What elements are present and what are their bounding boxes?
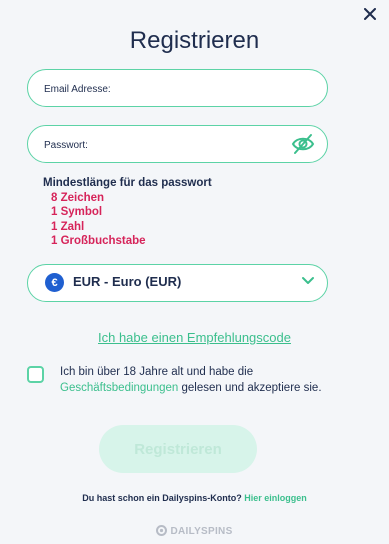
close-icon <box>364 8 376 20</box>
password-requirements: Mindestlänge für das passwort 8 Zeichen … <box>43 176 212 249</box>
requirement-item: 8 Zeichen <box>51 191 105 204</box>
email-input[interactable] <box>42 70 286 108</box>
terms-text-after: gelesen und akzeptiere sie. <box>181 382 322 394</box>
currency-selected-value: EUR - Euro (EUR) <box>73 274 182 289</box>
password-field[interactable] <box>27 125 328 164</box>
email-field[interactable] <box>27 69 328 108</box>
chevron-down-icon <box>302 277 314 284</box>
terms-checkbox[interactable] <box>27 366 44 383</box>
dailyspins-logo-icon <box>156 525 168 536</box>
login-prompt: Du hast schon ein Dailyspins-Konto? Hier… <box>0 493 389 503</box>
referral-code-link[interactable]: Ich habe einen Empfehlungscode <box>0 330 389 345</box>
login-link[interactable]: Hier einloggen <box>244 493 307 503</box>
login-question: Du hast schon ein Dailyspins-Konto? <box>82 493 242 503</box>
currency-select[interactable]: € EUR - Euro (EUR) <box>27 264 328 302</box>
register-button[interactable]: Registrieren <box>99 425 257 473</box>
terms-link[interactable]: Geschäftsbedingungen <box>60 382 178 394</box>
close-button[interactable] <box>360 4 380 24</box>
euro-icon: € <box>45 273 64 292</box>
brand-name: DAILYSPINS <box>170 526 233 537</box>
requirement-item: 1 Symbol <box>51 206 103 218</box>
eye-slash-icon[interactable] <box>291 133 315 155</box>
requirements-heading: Mindestlänge für das passwort <box>43 177 212 189</box>
terms-text: Ich bin über 18 Jahre alt und habe die G… <box>60 364 340 396</box>
requirement-item: 1 Zahl <box>51 220 85 233</box>
page-title: Registrieren <box>129 27 260 54</box>
brand-footer: DAILYSPINS <box>0 525 389 537</box>
terms-text-before: Ich bin über 18 Jahre alt und habe die <box>60 366 254 378</box>
requirement-item: 1 Großbuchstabe <box>51 235 146 247</box>
password-input[interactable] <box>42 126 286 164</box>
